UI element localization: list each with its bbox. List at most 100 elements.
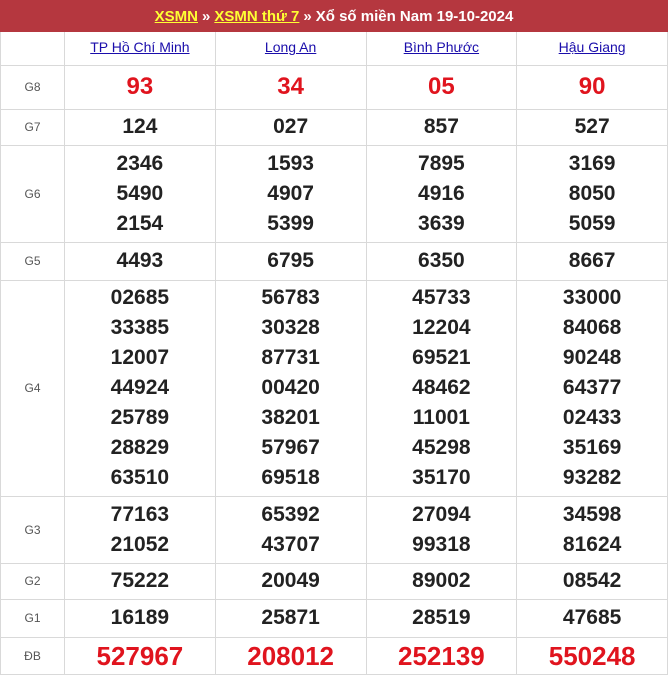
prize-number: 34598 (562, 502, 622, 526)
province-link[interactable]: Long An (265, 39, 316, 55)
prize-number: 4493 (116, 249, 164, 272)
prize-cell: 6795 (214, 241, 367, 281)
prize-number: 90248 (562, 346, 622, 369)
prize-number: 25871 (261, 606, 320, 629)
prize-number: 11001 (412, 406, 470, 429)
prize-number: 84068 (562, 316, 622, 339)
prize-cell: 75222 (64, 562, 216, 600)
page-title: Xổ số miền Nam 19-10-2024 (315, 7, 514, 25)
prize-number: 35170 (412, 466, 471, 489)
prize-label: G5 (0, 241, 65, 281)
prize-row: G2 75222 20049 89002 08542 (0, 562, 668, 600)
prize-number: 45733 (412, 286, 471, 309)
prize-number: 81624 (562, 532, 622, 556)
prize-number: 05 (428, 73, 455, 100)
prize-number: 28519 (412, 606, 471, 629)
xsmn-thu7-link[interactable]: XSMN thứ 7 (214, 8, 299, 25)
prize-cell: 27094 99318 (365, 495, 518, 564)
prize-cell: 6350 (365, 241, 518, 281)
prize-number: 5490 (116, 181, 164, 205)
prize-cell: 25871 (214, 598, 367, 638)
province-cell: Long An (214, 32, 367, 66)
prize-number: 857 (423, 115, 459, 138)
province-cell: Bình Phước (365, 32, 518, 66)
prize-number: 12204 (412, 316, 471, 339)
prize-cell: 08542 (516, 562, 668, 600)
prize-number: 208012 (247, 640, 334, 671)
prize-number: 4916 (418, 181, 465, 205)
prize-cell: 45733 12204 69521 48462 11001 45298 35170 (365, 279, 518, 497)
prize-label: G3 (0, 495, 65, 564)
province-cell: Hậu Giang (516, 32, 668, 66)
prize-number: 02433 (562, 406, 622, 429)
prize-number: 33385 (110, 316, 170, 339)
prize-number: 5059 (568, 211, 616, 235)
prize-cell: 1593 4907 5399 (214, 144, 367, 243)
prize-number: 8050 (568, 181, 616, 205)
breadcrumb-separator: » (303, 7, 312, 25)
prize-label: G4 (0, 279, 65, 497)
prize-cell: 124 (64, 108, 216, 146)
prize-number: 48462 (412, 376, 471, 399)
prize-number: 00420 (261, 376, 320, 399)
prize-cell: 4493 (64, 241, 216, 281)
prize-row: G4 02685 33385 12007 44924 25789 28829 63510 567… (0, 279, 668, 497)
prize-label: ĐB (0, 636, 65, 675)
prize-number: 99318 (412, 532, 471, 556)
prize-cell: 027 (214, 108, 367, 146)
prize-number: 027 (273, 115, 309, 138)
province-link[interactable]: TP Hồ Chí Minh (90, 39, 189, 55)
prize-number: 2346 (116, 151, 164, 175)
breadcrumb-separator: » (202, 7, 211, 25)
prize-number: 35169 (562, 436, 622, 459)
prize-cell: 550248 (516, 636, 668, 675)
prize-number: 3169 (568, 151, 616, 175)
prize-number: 93282 (562, 466, 622, 489)
results-table: TP Hồ Chí Minh Long An Bình Phước Hậu Gi… (0, 32, 668, 675)
prize-cell: 33000 84068 90248 64377 02433 35169 93282 (516, 279, 668, 497)
prize-number: 02685 (110, 286, 170, 309)
prize-cell: 7895 4916 3639 (365, 144, 518, 243)
prize-number: 89002 (412, 569, 471, 592)
prize-label: G6 (0, 144, 65, 243)
prize-row: G7 124 027 857 527 (0, 108, 668, 146)
prize-number: 2154 (116, 211, 164, 235)
prize-number: 38201 (261, 406, 320, 429)
prize-cell: 34 (214, 64, 367, 110)
prize-number: 63510 (110, 466, 170, 489)
prize-cell: 93 (64, 64, 216, 110)
prize-cell: 857 (365, 108, 518, 146)
prize-number: 6350 (418, 249, 465, 272)
prize-cell: 05 (365, 64, 518, 110)
prize-cell: 8667 (516, 241, 668, 281)
province-cell: TP Hồ Chí Minh (64, 32, 216, 66)
prize-cell: 47685 (516, 598, 668, 638)
prize-number: 27094 (412, 502, 471, 526)
prize-number: 527967 (96, 640, 184, 671)
prize-number: 45298 (412, 436, 471, 459)
prize-cell: 90 (516, 64, 668, 110)
prize-number: 4907 (267, 181, 314, 205)
prize-number: 6795 (267, 249, 314, 272)
province-link[interactable]: Bình Phước (404, 39, 479, 55)
prize-label: G1 (0, 598, 65, 638)
prize-number: 21052 (110, 532, 170, 556)
prize-cell: 77163 21052 (64, 495, 216, 564)
prize-number: 8667 (568, 249, 616, 272)
prize-number: 550248 (548, 640, 636, 671)
prize-number: 16189 (110, 606, 170, 629)
prize-label: G8 (0, 64, 65, 110)
xsmn-link[interactable]: XSMN (155, 8, 198, 25)
prize-number: 34 (277, 73, 304, 100)
prize-number: 25789 (110, 406, 170, 429)
prize-number: 5399 (267, 211, 314, 235)
prize-number: 7895 (418, 151, 465, 175)
prize-number: 69518 (261, 466, 320, 489)
prize-number: 77163 (110, 502, 170, 526)
prize-cell: 02685 33385 12007 44924 25789 28829 63510 (64, 279, 216, 497)
prize-label: G2 (0, 562, 65, 600)
prize-row: G3 77163 21052 65392 43707 27094 99318 34598 816… (0, 495, 668, 564)
prize-cell: 252139 (365, 636, 518, 675)
prize-cell: 56783 30328 87731 00420 38201 57967 69518 (214, 279, 367, 497)
province-link[interactable]: Hậu Giang (559, 39, 626, 55)
